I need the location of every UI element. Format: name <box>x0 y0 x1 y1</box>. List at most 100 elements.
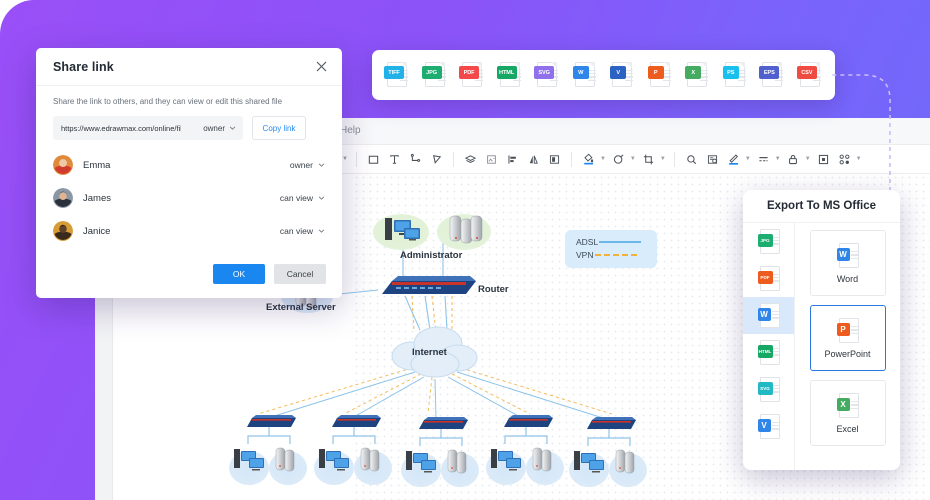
list-item: Janice can view <box>53 220 325 242</box>
file-lines <box>772 385 779 395</box>
file-icon-w: W <box>756 302 782 330</box>
export-sidebar-item-v[interactable]: V <box>743 408 794 445</box>
share-dialog-buttons: OK Cancel <box>213 264 326 284</box>
person-permission-value: can view <box>280 193 313 203</box>
chevron-down-icon <box>318 229 325 233</box>
format-icon-v[interactable]: V <box>609 61 635 89</box>
diagram-label-administrator: Administrator <box>400 250 462 261</box>
export-sidebar-item-jpg[interactable]: JPG <box>743 223 794 260</box>
file-icon-v: V <box>756 413 782 441</box>
format-icon-eps[interactable]: EPS <box>759 61 785 89</box>
format-badge: W <box>837 248 850 261</box>
share-link-permission-value: owner <box>203 124 225 133</box>
format-badge: SVG <box>534 66 554 79</box>
export-card-excel[interactable]: X Excel <box>810 380 886 446</box>
format-icon-svg[interactable]: SVG <box>534 61 560 89</box>
share-dialog-header: Share link <box>36 48 342 86</box>
export-sidebar-item-html[interactable]: HTML <box>743 334 794 371</box>
format-badge: X <box>837 398 850 411</box>
share-link-input[interactable]: https://www.edrawmax.com/online/fil owne… <box>53 116 243 140</box>
legend-line-dashed <box>595 254 637 256</box>
share-link-permission-select[interactable]: owner <box>203 124 236 133</box>
person-permission-select[interactable]: owner <box>290 160 325 170</box>
diagram-label-internet: Internet <box>412 347 447 358</box>
format-badge: P <box>837 323 850 336</box>
format-icon-w[interactable]: W <box>572 61 598 89</box>
file-lines <box>738 70 746 83</box>
diagram-legend: ADSL VPN <box>565 230 657 268</box>
person-permission-select[interactable]: can view <box>280 193 325 203</box>
list-item: Emma owner <box>53 154 325 176</box>
avatar <box>53 221 73 241</box>
file-lines <box>700 70 708 83</box>
export-card-word[interactable]: W Word <box>810 230 886 296</box>
file-icon-jpg: JPG <box>756 228 782 256</box>
close-icon[interactable] <box>314 59 329 74</box>
chevron-down-icon <box>229 126 236 130</box>
export-card-label: Excel <box>836 424 858 434</box>
format-badge: W <box>573 66 589 79</box>
export-panel-title: Export To MS Office <box>743 190 900 223</box>
export-card-label: PowerPoint <box>824 349 870 359</box>
format-icon-p[interactable]: P <box>647 61 673 89</box>
person-permission-select[interactable]: can view <box>280 226 325 236</box>
file-lines <box>772 274 779 284</box>
format-icon-jpg[interactable]: JPG <box>422 61 448 89</box>
format-badge: V <box>610 66 626 79</box>
file-lines <box>772 311 779 321</box>
cancel-button[interactable]: Cancel <box>274 264 326 284</box>
file-lines <box>851 251 858 261</box>
file-icon-html: HTML <box>756 339 782 367</box>
file-format-bar: TIFFJPGPDFHTMLSVGWVPXPSEPSCSV <box>372 50 835 100</box>
format-badge: JPG <box>422 66 442 79</box>
avatar <box>53 155 73 175</box>
file-lines <box>851 326 858 336</box>
format-icon-pdf[interactable]: PDF <box>459 61 485 89</box>
share-link-dialog: Share link Share the link to others, and… <box>36 48 342 298</box>
legend-line-solid <box>599 241 641 243</box>
format-badge: P <box>648 66 664 79</box>
export-panel-sidebar: JPG PDF W HTML SVG V <box>743 223 795 470</box>
format-badge: X <box>685 66 701 79</box>
file-lines <box>588 70 596 83</box>
file-lines <box>663 70 671 83</box>
file-lines <box>625 70 633 83</box>
file-icon-powerpoint: P <box>835 317 861 345</box>
file-lines <box>772 237 779 247</box>
format-badge: HTML <box>497 66 517 79</box>
ok-button[interactable]: OK <box>213 264 265 284</box>
format-icon-x[interactable]: X <box>684 61 710 89</box>
file-icon-pdf: PDF <box>756 265 782 293</box>
format-badge: PDF <box>758 271 773 284</box>
person-name: James <box>83 193 111 204</box>
format-badge: PS <box>723 66 739 79</box>
share-dialog-subtitle: Share the link to others, and they can v… <box>53 97 282 106</box>
screenshot-root: Help ▼ <box>0 0 930 500</box>
share-link-url-text: https://www.edrawmax.com/online/fil <box>61 124 181 133</box>
export-panel-cards: W Word P PowerPoint X Excel <box>795 223 900 470</box>
format-badge: SVG <box>758 382 773 395</box>
person-permission-value: can view <box>280 226 313 236</box>
diagram-label-router: Router <box>478 284 509 295</box>
copy-link-button[interactable]: Copy link <box>252 116 306 140</box>
format-icon-tiff[interactable]: TIFF <box>384 61 410 89</box>
legend-label-adsl: ADSL <box>576 237 598 247</box>
format-badge: JPG <box>758 234 773 247</box>
person-name: Emma <box>83 160 110 171</box>
diagram-label-external-server: External Server <box>266 302 336 313</box>
share-dialog-title: Share link <box>53 60 114 74</box>
export-card-powerpoint[interactable]: P PowerPoint <box>810 305 886 371</box>
export-sidebar-item-pdf[interactable]: PDF <box>743 260 794 297</box>
chevron-down-icon <box>318 196 325 200</box>
format-badge: PDF <box>459 66 479 79</box>
format-badge: EPS <box>759 66 779 79</box>
person-permission-value: owner <box>290 160 313 170</box>
format-icon-html[interactable]: HTML <box>497 61 523 89</box>
export-card-label: Word <box>837 274 858 284</box>
file-icon-svg: SVG <box>756 376 782 404</box>
export-sidebar-item-svg[interactable]: SVG <box>743 371 794 408</box>
export-sidebar-item-w[interactable]: W <box>743 297 794 334</box>
export-panel: Export To MS Office JPG PDF W HTML SVG V W Wor… <box>743 190 900 470</box>
format-icon-ps[interactable]: PS <box>722 61 748 89</box>
legend-label-vpn: VPN <box>576 250 593 260</box>
